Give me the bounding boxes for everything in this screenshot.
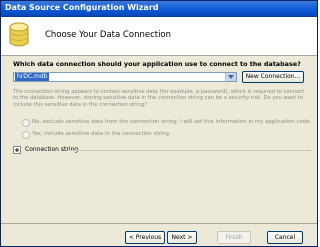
finish-button[interactable]: Finish <box>217 231 251 244</box>
connection-select-dropdown-button[interactable] <box>225 73 236 81</box>
cancel-button[interactable]: Cancel <box>267 231 303 244</box>
footer-divider <box>1 223 317 224</box>
radio-no-label: No, exclude sensitive data from the conn… <box>32 119 312 125</box>
radio-button-yes[interactable] <box>22 131 30 139</box>
wizard-header: Choose Your Data Connection <box>1 17 317 56</box>
window-title: Data Source Configuration Wizard <box>5 3 159 12</box>
plus-icon <box>15 148 19 152</box>
connection-string-expander[interactable] <box>13 146 21 154</box>
wizard-window: Data Source Configuration Wizard Choose … <box>0 0 318 247</box>
divider <box>69 150 311 151</box>
previous-button[interactable]: < Previous <box>125 231 165 244</box>
sensitive-data-explanation: The connection string appears to contain… <box>13 89 305 108</box>
new-connection-button[interactable]: New Connection... <box>242 71 304 83</box>
chevron-down-icon <box>228 75 234 79</box>
connection-select[interactable]: hrDC.mdb <box>13 72 237 82</box>
radio-yes-label: Yes, include sensitive data in the conne… <box>32 131 171 137</box>
next-button[interactable]: Next > <box>167 231 197 244</box>
radio-button-no[interactable] <box>22 119 30 127</box>
title-bar[interactable]: Data Source Configuration Wizard <box>1 1 317 17</box>
connection-question-label: Which data connection should your applic… <box>13 60 301 68</box>
database-icon <box>7 21 31 49</box>
page-title: Choose Your Data Connection <box>45 30 172 40</box>
connection-select-value: hrDC.mdb <box>15 73 50 81</box>
